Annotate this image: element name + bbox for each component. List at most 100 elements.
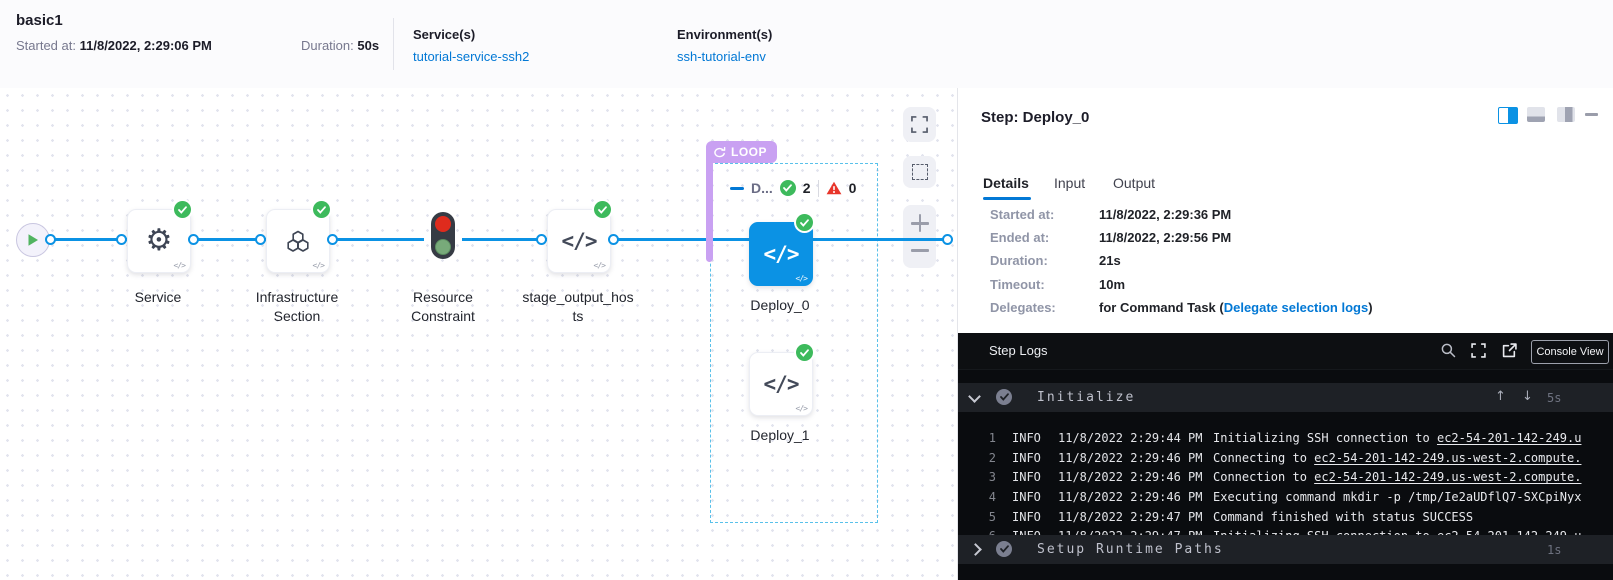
group-name: D... — [751, 180, 773, 196]
success-badge — [313, 201, 330, 218]
service-link[interactable]: tutorial-service-ssh2 — [413, 49, 529, 64]
search-icon[interactable] — [1441, 343, 1456, 363]
field-value: 11/8/2022, 2:29:36 PM — [1099, 207, 1231, 222]
section-success-icon — [996, 541, 1012, 557]
active-tab-underline — [983, 197, 1031, 200]
zoom-out-button[interactable] — [911, 241, 929, 259]
log-line: 5INFO11/8/2022 2:29:47 PMCommand finishe… — [958, 496, 1613, 516]
duration-value: 50s — [357, 38, 379, 53]
edge-line — [51, 238, 424, 241]
open-in-new-tab-icon[interactable] — [1502, 343, 1517, 363]
node-resource-constraint[interactable] — [431, 212, 455, 259]
right-split-view-icon[interactable] — [1498, 107, 1518, 124]
connector-port — [608, 234, 619, 245]
check-icon — [800, 349, 809, 357]
field-value: 21s — [1099, 253, 1121, 268]
pipeline-canvas[interactable]: ⚙ </> Service </> Infrastructure Section — [0, 88, 957, 580]
services-label: Service(s) — [413, 27, 475, 42]
environment-link[interactable]: ssh-tutorial-env — [677, 49, 766, 64]
failed-count: 0 — [849, 180, 857, 196]
log-section-initialize[interactable]: Initialize ↑ ↓ 5s — [958, 383, 1613, 412]
success-count-icon — [780, 180, 796, 196]
environments-label: Environment(s) — [677, 27, 772, 42]
code-icon: </> — [562, 229, 597, 253]
template-code-icon: </> — [594, 261, 605, 270]
delegate-selection-logs-link[interactable]: Delegate selection logs — [1224, 300, 1369, 315]
header-divider — [393, 18, 394, 70]
node-stage-output-hosts[interactable]: </> </> — [547, 209, 611, 273]
section-success-icon — [996, 389, 1012, 405]
field-value: 10m — [1099, 277, 1125, 292]
node-infrastructure[interactable]: </> — [266, 209, 330, 273]
check-icon — [800, 219, 809, 227]
bottom-view-icon[interactable] — [1527, 107, 1545, 122]
log-section-setup-runtime-paths[interactable]: Setup Runtime Paths 1s — [958, 535, 1613, 564]
gear-icon: ⚙ — [146, 226, 173, 256]
success-badge — [594, 201, 611, 218]
minimize-icon[interactable] — [1585, 113, 1598, 116]
node-deploy-1[interactable]: </> </> — [749, 352, 813, 416]
zoom-in-button[interactable] — [911, 214, 929, 232]
connector-port — [188, 234, 199, 245]
log-line: 1INFO11/8/2022 2:29:44 PMInitializing SS… — [958, 417, 1613, 437]
scroll-down-icon[interactable]: ↓ — [1522, 389, 1533, 404]
green-light-icon — [435, 239, 451, 255]
console-view-button[interactable]: Console View — [1531, 340, 1609, 364]
connector-port — [255, 234, 266, 245]
marquee-icon — [912, 164, 928, 180]
node-label-infrastructure: Infrastructure Section — [237, 288, 357, 326]
section-name: Initialize — [1037, 390, 1135, 405]
success-count: 2 — [803, 180, 811, 196]
chevron-right-icon[interactable] — [969, 543, 982, 556]
field-label: Timeout: — [990, 277, 1045, 292]
step-panel-title: Step: Deploy_0 — [981, 109, 1089, 126]
tab-output[interactable]: Output — [1113, 175, 1155, 191]
connector-port — [942, 234, 953, 245]
section-duration: 1s — [1547, 543, 1561, 557]
fullscreen-icon[interactable] — [1471, 343, 1486, 363]
node-label-deploy-0: Deploy_0 — [720, 296, 840, 315]
tab-details[interactable]: Details — [983, 175, 1029, 191]
fit-to-screen-icon — [911, 116, 928, 133]
field-value-delegates: for Command Task (Delegate selection log… — [1099, 300, 1373, 315]
node-label-resource-constraint: Resource Constraint — [383, 288, 503, 326]
check-icon — [598, 206, 607, 214]
pipeline-name: basic1 — [16, 12, 63, 29]
started-at: Started at: 11/8/2022, 2:29:06 PM — [16, 38, 212, 53]
node-deploy-0[interactable]: </> </> — [749, 222, 813, 286]
field-label: Duration: — [990, 253, 1048, 268]
zoom-control — [903, 205, 936, 268]
right-drawer-view-icon[interactable] — [1557, 107, 1575, 122]
matrix-group-header: D... 2 0 — [730, 178, 856, 198]
collapse-icon[interactable] — [730, 187, 744, 190]
check-icon — [317, 206, 326, 214]
fit-to-screen-button[interactable] — [903, 107, 936, 142]
success-badge — [796, 214, 813, 231]
execution-page: basic1 Started at: 11/8/2022, 2:29:06 PM… — [0, 0, 1613, 580]
field-label: Started at: — [990, 207, 1054, 222]
check-icon — [178, 206, 187, 214]
started-at-value: 11/8/2022, 2:29:06 PM — [80, 38, 212, 53]
connector-port — [327, 234, 338, 245]
step-logs-toolbar: Step Logs Console View — [958, 333, 1613, 370]
field-value: 11/8/2022, 2:29:56 PM — [1099, 230, 1231, 245]
node-service[interactable]: ⚙ </> — [127, 209, 191, 273]
template-code-icon: </> — [174, 261, 185, 270]
log-line: 2INFO11/8/2022 2:29:46 PMConnecting to e… — [958, 437, 1613, 457]
red-light-icon — [435, 216, 451, 232]
log-line: 3INFO11/8/2022 2:29:46 PMConnection to e… — [958, 456, 1613, 476]
log-line: 6INFO11/8/2022 2:29:47 PMInitializing SS… — [958, 515, 1613, 535]
node-label-deploy-1: Deploy_1 — [720, 426, 840, 445]
log-line: 4INFO11/8/2022 2:29:46 PMExecuting comma… — [958, 476, 1613, 496]
template-code-icon: </> — [313, 261, 324, 270]
scroll-up-icon[interactable]: ↑ — [1495, 389, 1506, 404]
marquee-select-button[interactable] — [903, 156, 936, 188]
loop-badge-label: LOOP — [731, 145, 767, 159]
execution-header: basic1 Started at: 11/8/2022, 2:29:06 PM… — [0, 0, 1613, 89]
loop-icon — [713, 147, 726, 158]
section-duration: 5s — [1547, 391, 1561, 405]
hexagons-icon — [285, 229, 311, 253]
chevron-down-icon[interactable] — [968, 390, 981, 403]
tab-input[interactable]: Input — [1054, 175, 1085, 191]
code-icon: </> — [764, 242, 799, 266]
